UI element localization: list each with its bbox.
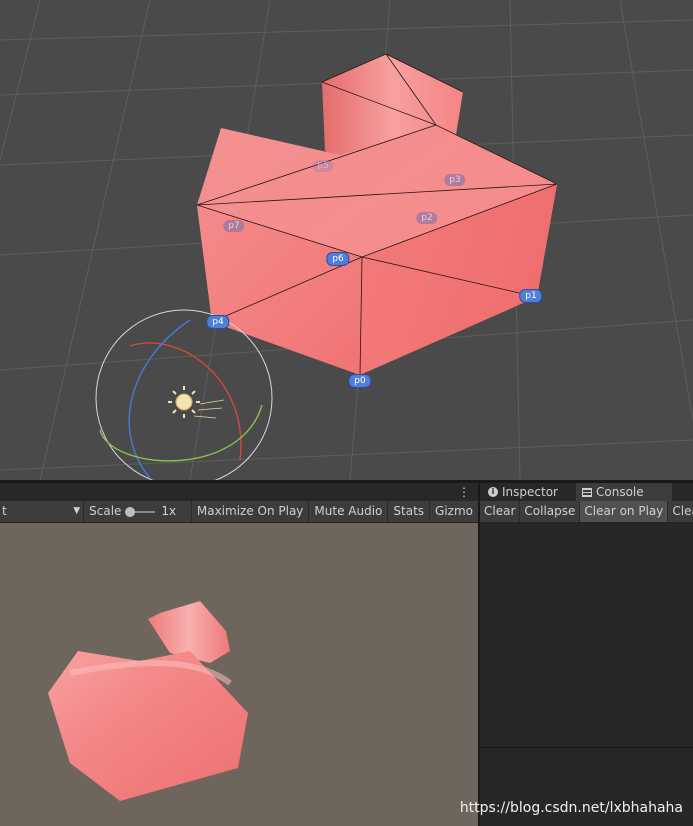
tab-console-label: Console bbox=[596, 485, 644, 499]
console-toolbar: Clear Collapse Clear on Play Clea bbox=[480, 501, 693, 523]
tab-console[interactable]: Console bbox=[576, 483, 672, 501]
vertex-label-p5[interactable]: p5 bbox=[312, 160, 334, 172]
game-toolbar: t ▼ Scale 1x Maximize On Play Mute Audio… bbox=[0, 501, 478, 523]
vertex-label-p0[interactable]: p0 bbox=[348, 374, 372, 388]
collapse-button[interactable]: Collapse bbox=[520, 501, 581, 522]
heart-mesh[interactable] bbox=[196, 53, 558, 376]
watermark-text: https://blog.csdn.net/lxbhahaha bbox=[459, 800, 683, 816]
resolution-dropdown[interactable]: t ▼ bbox=[0, 501, 83, 522]
mute-audio-button[interactable]: Mute Audio bbox=[308, 501, 387, 522]
game-canvas bbox=[48, 601, 248, 801]
resolution-value: t bbox=[2, 504, 7, 518]
console-list-icon bbox=[582, 487, 592, 497]
scale-label: Scale bbox=[89, 504, 122, 518]
scale-control[interactable]: Scale 1x bbox=[83, 501, 191, 522]
scene-canvas[interactable] bbox=[0, 0, 693, 480]
scene-view[interactable]: p0 p1 p4 p6 p2 p3 p5 p7 bbox=[0, 0, 693, 480]
vertex-label-p6[interactable]: p6 bbox=[326, 252, 350, 266]
sun-icon bbox=[168, 386, 225, 419]
gizmos-button[interactable]: Gizmo bbox=[429, 501, 478, 522]
console-split-handle[interactable] bbox=[480, 747, 693, 748]
light-gizmo[interactable] bbox=[95, 309, 273, 480]
vertex-label-p1[interactable]: p1 bbox=[519, 289, 543, 303]
console-log-area[interactable] bbox=[480, 523, 693, 826]
game-view[interactable] bbox=[0, 523, 478, 826]
scale-slider[interactable] bbox=[125, 506, 156, 517]
info-icon: i bbox=[488, 487, 498, 497]
kebab-menu-icon[interactable]: ⋮ bbox=[458, 483, 470, 501]
clear-on-build-button[interactable]: Clea bbox=[668, 501, 693, 522]
heart-mesh-render bbox=[48, 601, 248, 801]
stats-button[interactable]: Stats bbox=[387, 501, 429, 522]
maximize-on-play-button[interactable]: Maximize On Play bbox=[190, 501, 309, 522]
right-tab-bar: i Inspector Console bbox=[480, 483, 693, 501]
clear-button[interactable]: Clear bbox=[480, 501, 521, 522]
vertex-label-p4[interactable]: p4 bbox=[206, 315, 230, 329]
tab-inspector[interactable]: i Inspector bbox=[482, 483, 578, 501]
vertex-label-p7[interactable]: p7 bbox=[223, 220, 245, 232]
game-tab-bar: ⋮ bbox=[0, 483, 478, 501]
tab-inspector-label: Inspector bbox=[502, 485, 558, 499]
vertex-label-p3[interactable]: p3 bbox=[444, 174, 466, 186]
chevron-down-icon: ▼ bbox=[73, 506, 81, 516]
scale-value: 1x bbox=[161, 504, 177, 518]
scale-slider-knob[interactable] bbox=[125, 506, 136, 517]
vertex-label-p2[interactable]: p2 bbox=[416, 212, 438, 224]
clear-on-play-button[interactable]: Clear on Play bbox=[580, 501, 669, 522]
